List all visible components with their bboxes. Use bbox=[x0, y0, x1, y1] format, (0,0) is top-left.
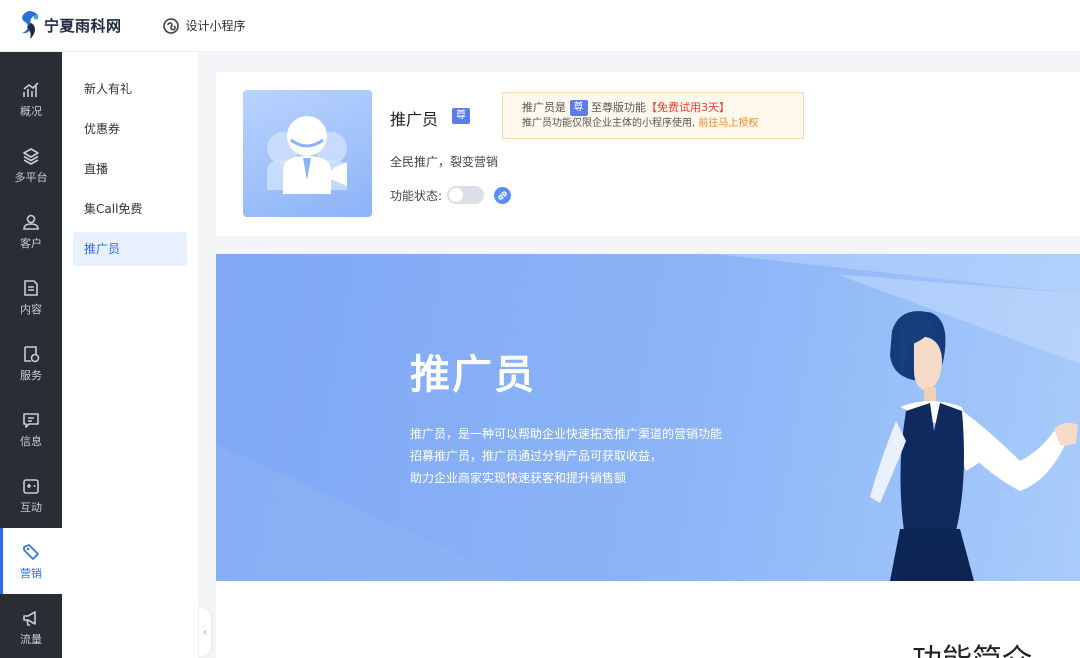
feature-title: 推广员 bbox=[390, 110, 439, 129]
banner-desc-line: 助力企业商家实现快速获客和提升销售额 bbox=[410, 471, 627, 485]
subnav-item-promoter[interactable]: 推广员 bbox=[73, 232, 187, 266]
nav-item-multiplatform[interactable]: 多平台 bbox=[0, 132, 62, 198]
design-miniprogram-label: 设计小程序 bbox=[185, 19, 246, 33]
nav-item-overview[interactable]: 概况 bbox=[0, 66, 62, 132]
logo-text: 宁夏雨科网 bbox=[44, 17, 122, 35]
section-title: 功能简介 bbox=[912, 635, 1032, 658]
banner-desc-line: 推广员，是一种可以帮助企业快速拓宽推广渠道的营销功能 bbox=[410, 427, 723, 441]
notice-text: 推广员是 bbox=[522, 101, 566, 114]
link-icon[interactable] bbox=[494, 186, 512, 204]
status-label: 功能状态: bbox=[390, 188, 443, 203]
nav-item-label: 多平台 bbox=[14, 170, 48, 184]
nav-item-label: 流量 bbox=[20, 632, 42, 646]
premium-badge: 尊 bbox=[452, 108, 470, 124]
message-icon bbox=[23, 412, 39, 428]
free-trial-label: 【免费试用3天】 bbox=[646, 101, 730, 114]
nav-item-label: 概况 bbox=[20, 104, 42, 118]
user-icon bbox=[23, 214, 39, 230]
logo[interactable]: 宁夏雨科网 bbox=[16, 9, 122, 43]
logo-mark-icon bbox=[22, 10, 39, 39]
promoter-illustration bbox=[267, 116, 347, 194]
nav-item-customers[interactable]: 客户 bbox=[0, 198, 62, 264]
nav-item-marketing[interactable]: 营销 bbox=[0, 528, 62, 594]
notice-restriction: 推广员功能仅限企业主体的小程序使用, bbox=[522, 118, 696, 129]
feature-slogan: 全民推广，裂变营销 bbox=[390, 155, 499, 169]
main-nav: 概况 多平台 客户 内容 服务 信息 互动 营销 流量 bbox=[0, 52, 62, 658]
promo-banner: 推广员 推广员，是一种可以帮助企业快速拓宽推广渠道的营销功能 招募推广员，推广员… bbox=[216, 254, 1080, 581]
woman-illustration bbox=[870, 311, 1078, 581]
megaphone-icon bbox=[23, 610, 36, 626]
premium-badge-inline: 尊 bbox=[569, 100, 588, 116]
service-icon bbox=[24, 345, 40, 362]
document-icon bbox=[24, 279, 38, 296]
nav-item-label: 服务 bbox=[20, 368, 42, 382]
subnav-item-new-user-gift[interactable]: 新人有礼 bbox=[73, 72, 187, 106]
nav-item-traffic[interactable]: 流量 bbox=[0, 594, 62, 658]
upgrade-notice: 推广员是 尊 至尊版功能【免费试用3天】 推广员功能仅限企业主体的小程序使用, … bbox=[502, 92, 804, 139]
gamepad-icon bbox=[23, 478, 39, 494]
design-miniprogram-link[interactable]: 设计小程序 bbox=[162, 17, 246, 35]
chevron-left-icon: ‹ bbox=[203, 626, 207, 638]
feature-card: 推广员 尊 推广员是 尊 至尊版功能【免费试用3天】 推广员功能仅限企业主体的小… bbox=[216, 72, 1080, 236]
authorize-link[interactable]: 前往马上授权 bbox=[698, 118, 758, 129]
nav-item-interaction[interactable]: 互动 bbox=[0, 462, 62, 528]
chart-icon bbox=[23, 81, 39, 97]
notice-edition: 至尊版功能 bbox=[591, 101, 646, 114]
nav-item-label: 客户 bbox=[20, 236, 42, 250]
tag-icon bbox=[23, 543, 39, 560]
feature-status: 功能状态: bbox=[390, 186, 512, 204]
banner-desc-line: 招募推广员，推广员通过分销产品可获取收益， bbox=[410, 449, 663, 463]
banner-description: 推广员，是一种可以帮助企业快速拓宽推广渠道的营销功能 招募推广员，推广员通过分销… bbox=[410, 423, 722, 489]
nav-item-services[interactable]: 服务 bbox=[0, 330, 62, 396]
layers-icon bbox=[23, 147, 39, 165]
subnav-item-live[interactable]: 直播 bbox=[73, 152, 187, 186]
nav-item-label: 互动 bbox=[20, 500, 42, 514]
feature-thumbnail bbox=[243, 90, 372, 217]
top-bar: 宁夏雨科网 设计小程序 bbox=[0, 0, 1080, 52]
banner-title: 推广员 bbox=[410, 352, 536, 398]
nav-item-label: 内容 bbox=[20, 302, 42, 316]
collapse-sidebar-button[interactable]: ‹ bbox=[199, 608, 211, 656]
subnav-item-coupons[interactable]: 优惠券 bbox=[73, 112, 187, 146]
intro-section: 功能简介 bbox=[216, 581, 1080, 658]
subnav-item-jicall[interactable]: 集Call免费 bbox=[73, 192, 187, 226]
nav-item-content[interactable]: 内容 bbox=[0, 264, 62, 330]
nav-item-label: 信息 bbox=[20, 434, 42, 448]
nav-item-label: 营销 bbox=[20, 566, 42, 580]
sub-nav: 新人有礼 优惠券 直播 集Call免费 推广员 bbox=[62, 52, 199, 658]
status-toggle[interactable] bbox=[447, 186, 485, 204]
miniprogram-icon bbox=[162, 17, 179, 34]
nav-item-messages[interactable]: 信息 bbox=[0, 396, 62, 462]
